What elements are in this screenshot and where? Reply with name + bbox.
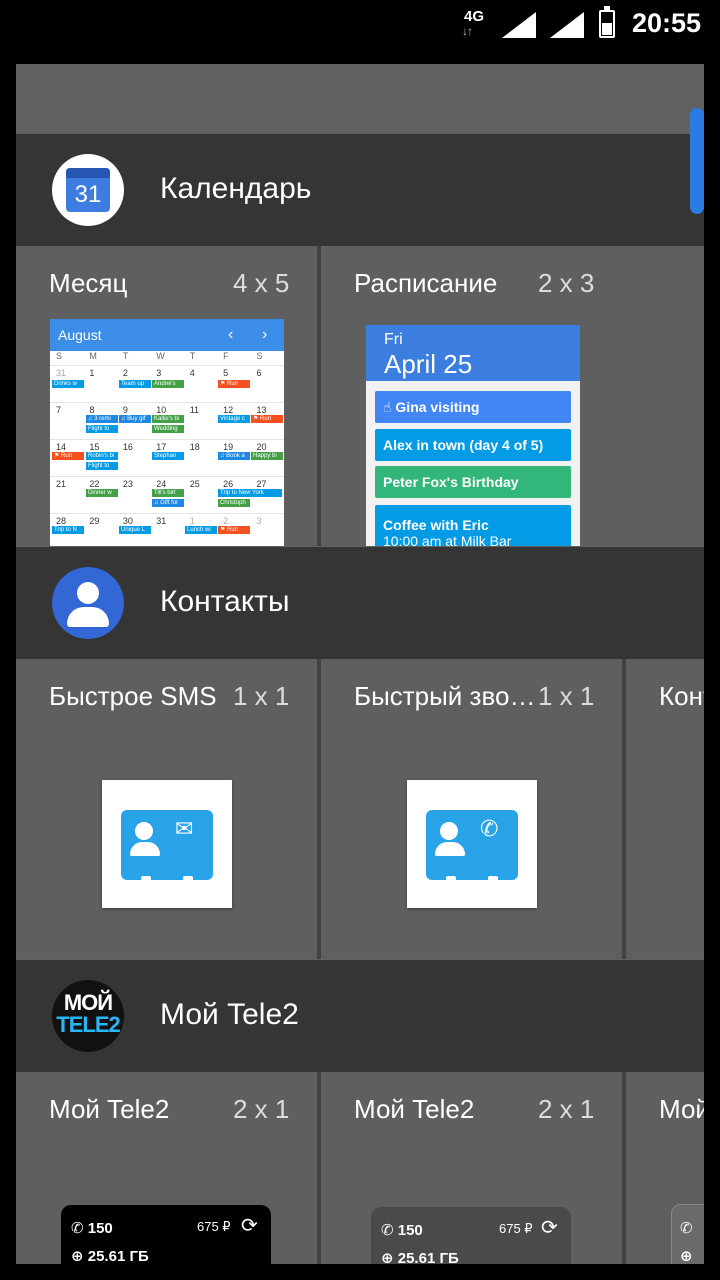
refresh-icon: ⟳ — [541, 1217, 558, 1239]
month-title: August — [58, 327, 102, 343]
globe-icon: ⊕ — [381, 1250, 394, 1264]
schedule-widget-preview: Fri April 25 ☝ Gina visiting Alex in tow… — [366, 325, 580, 546]
tele2-widget-preview: ✆ 150 675 ₽ ⟳ ⊕ 25.61 ГБ — [61, 1205, 271, 1264]
widget-size: 4 x 5 — [233, 268, 290, 298]
schedule-date: April 25 — [384, 349, 473, 379]
week-row: 28 29 30 31 1 2 3 Trip to N Unique L Lunch wi … — [50, 513, 284, 546]
widget-label: Конт — [659, 681, 704, 711]
chevron-left-icon: ‹ — [228, 326, 234, 343]
status-bar: 4G ↓↑ 20:55 — [0, 0, 720, 48]
widget-label: Месяц — [49, 268, 128, 298]
app-name-calendar: Календарь — [160, 172, 312, 205]
week-row: 21 22 23 24 25 26 27 Dinner w Till's birt Trip… — [50, 476, 284, 513]
schedule-event: Alex in town (day 4 of 5) — [375, 429, 571, 461]
weekday-row: SMTWTFS — [56, 351, 263, 361]
widget-label: Расписание — [354, 268, 498, 298]
widget-size: 2 x 1 — [538, 1094, 595, 1124]
widget-label: Мой Tele2 — [354, 1094, 475, 1124]
section-header-tele2: МОЙ TELE2 Мой Tele2 — [16, 960, 704, 1072]
calendar-icon-number: 31 — [74, 181, 102, 208]
schedule-event: Coffee with Eric 10:00 am at Milk Bar — [375, 505, 571, 546]
widget-size: 2 x 1 — [233, 1094, 290, 1124]
widget-list[interactable]: 31 Календарь Месяц 4 x 5 August ‹ › SMTW… — [16, 64, 704, 1264]
widget-quick-call[interactable]: Быстрый зво… 1 x 1 ✆ — [321, 659, 622, 959]
month-widget-preview: August ‹ › SMTWTFS 31 1 2 3 4 5 6 Drinks w Tea… — [50, 319, 284, 546]
widget-label: Быстрое SMS — [49, 681, 217, 711]
globe-icon: ⊕ — [680, 1248, 693, 1264]
phone-icon: ✆ — [381, 1222, 394, 1239]
widget-schedule[interactable]: Расписание 2 x 3 Fri April 25 ☝ Gina vis… — [321, 246, 704, 546]
data-activity-icon: ↓↑ — [462, 24, 473, 38]
week-row: 7 8 9 10 11 12 13 ♫ 3 remi ♫ Buy gif Kallie's … — [50, 402, 284, 439]
widget-label: Быстрый зво… — [354, 681, 536, 711]
phone-icon: ✆ — [71, 1220, 84, 1237]
widget-size: 1 x 1 — [538, 681, 595, 711]
section-header-calendar: 31 Календарь — [16, 134, 704, 246]
app-name-tele2: Мой Tele2 — [160, 998, 299, 1031]
quick-sms-preview: ✉ — [102, 780, 232, 908]
battery-icon — [599, 6, 615, 38]
network-type: 4G — [464, 8, 485, 25]
phone-icon: ✆ — [480, 816, 499, 841]
widget-size: 1 x 1 — [233, 681, 290, 711]
widget-tele2-third[interactable]: Мой ✆ ⊕ — [626, 1072, 704, 1264]
schedule-event: ☝ Gina visiting — [375, 391, 571, 423]
signal-icon — [502, 12, 536, 38]
chevron-right-icon: › — [262, 326, 268, 343]
widget-tele2-light[interactable]: Мой Tele2 2 x 1 ✆ 150 675 ₽ ⟳ ⊕ 25.61 ГБ — [321, 1072, 622, 1264]
tele2-widget-preview: ✆ 150 675 ₽ ⟳ ⊕ 25.61 ГБ — [371, 1207, 571, 1264]
clock: 20:55 — [632, 8, 702, 38]
refresh-icon: ⟳ — [241, 1215, 258, 1237]
widget-quick-sms[interactable]: Быстрое SMS 1 x 1 ✉ — [16, 659, 317, 959]
tele2-widget-preview: ✆ ⊕ — [671, 1204, 704, 1264]
widget-size: 2 x 3 — [538, 268, 595, 298]
phone-icon: ✆ — [680, 1220, 693, 1237]
widget-month[interactable]: Месяц 4 x 5 August ‹ › SMTWTFS 31 1 2 3 4 5 6 … — [16, 246, 317, 546]
widget-label: Мой Tele2 — [49, 1094, 170, 1124]
widget-label: Мой — [659, 1094, 704, 1124]
balance: 675 ₽ — [499, 1221, 533, 1236]
widget-contact[interactable]: Конт — [626, 659, 704, 959]
week-row: 14 15 16 17 18 19 20 ⚑ Run Robin's bi Stephan … — [50, 439, 284, 476]
schedule-day: Fri — [384, 331, 403, 348]
app-name-contacts: Контакты — [160, 585, 290, 618]
section-header-contacts: Контакты — [16, 547, 704, 659]
contacts-app-icon — [52, 567, 124, 639]
signal-icon-2 — [550, 12, 584, 38]
quick-call-preview: ✆ — [407, 780, 537, 908]
balance: 675 ₽ — [197, 1219, 231, 1234]
schedule-event: Peter Fox's Birthday — [375, 466, 571, 498]
tele2-app-icon: МОЙ TELE2 — [52, 980, 124, 1052]
calendar-app-icon: 31 — [52, 154, 124, 226]
scrollbar[interactable] — [690, 108, 704, 214]
envelope-icon: ✉ — [175, 816, 194, 841]
week-row: 31 1 2 3 4 5 6 Drinks w Team up Andrei's ⚑ Run — [50, 365, 284, 402]
globe-icon: ⊕ — [71, 1248, 84, 1264]
widget-tele2-dark[interactable]: Мой Tele2 2 x 1 ✆ 150 675 ₽ ⟳ ⊕ 25.61 ГБ — [16, 1072, 317, 1264]
